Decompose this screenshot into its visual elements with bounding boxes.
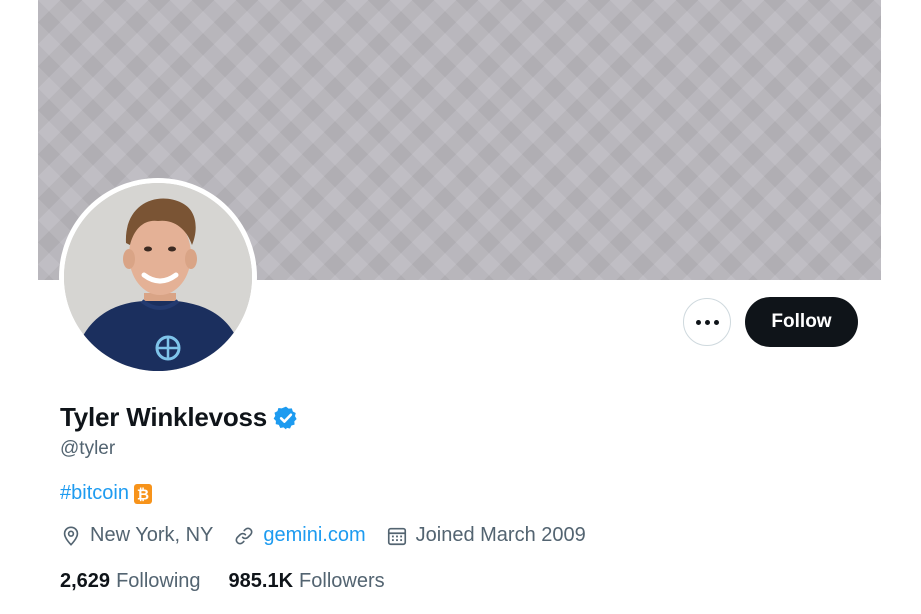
more-options-button[interactable] <box>683 298 731 346</box>
avatar[interactable] <box>59 178 257 376</box>
following-label: Following <box>116 570 201 592</box>
profile-name: Tyler Winklevoss <box>60 402 268 432</box>
avatar-photo <box>64 183 252 371</box>
profile-meta: New York, NY gemini.com Joined March 200… <box>60 524 606 547</box>
profile-handle: @tyler <box>60 438 116 459</box>
joined-text: Joined March 2009 <box>415 524 586 546</box>
website-link[interactable]: gemini.com <box>263 524 365 547</box>
follow-button[interactable]: Follow <box>745 297 858 347</box>
following-stat[interactable]: 2,629 Following <box>60 570 201 593</box>
profile-joined: Joined March 2009 <box>386 524 586 547</box>
profile-bio: #bitcoin ₿ <box>60 482 153 505</box>
svg-text:₿: ₿ <box>137 485 149 503</box>
profile-website[interactable]: gemini.com <box>233 524 366 547</box>
verified-badge-icon[interactable] <box>273 405 299 431</box>
profile-page: Follow Tyler Winklevoss @tyler #bitcoin … <box>38 0 881 614</box>
profile-name-row: Tyler Winklevoss <box>60 402 299 433</box>
bio-hashtag-link[interactable]: #bitcoin <box>60 482 129 505</box>
following-count: 2,629 <box>60 570 111 592</box>
more-horizontal-icon <box>695 319 719 325</box>
followers-label: Followers <box>299 570 385 592</box>
profile-location: New York, NY <box>60 524 213 547</box>
followers-stat[interactable]: 985.1K Followers <box>229 570 385 593</box>
location-pin-icon <box>63 525 79 546</box>
location-text: New York, NY <box>90 524 214 546</box>
followers-count: 985.1K <box>228 570 294 592</box>
link-icon <box>235 527 253 544</box>
calendar-icon <box>387 527 406 545</box>
bitcoin-icon: ₿ <box>133 483 153 505</box>
profile-stats: 2,629 Following 985.1K Followers <box>60 570 413 593</box>
